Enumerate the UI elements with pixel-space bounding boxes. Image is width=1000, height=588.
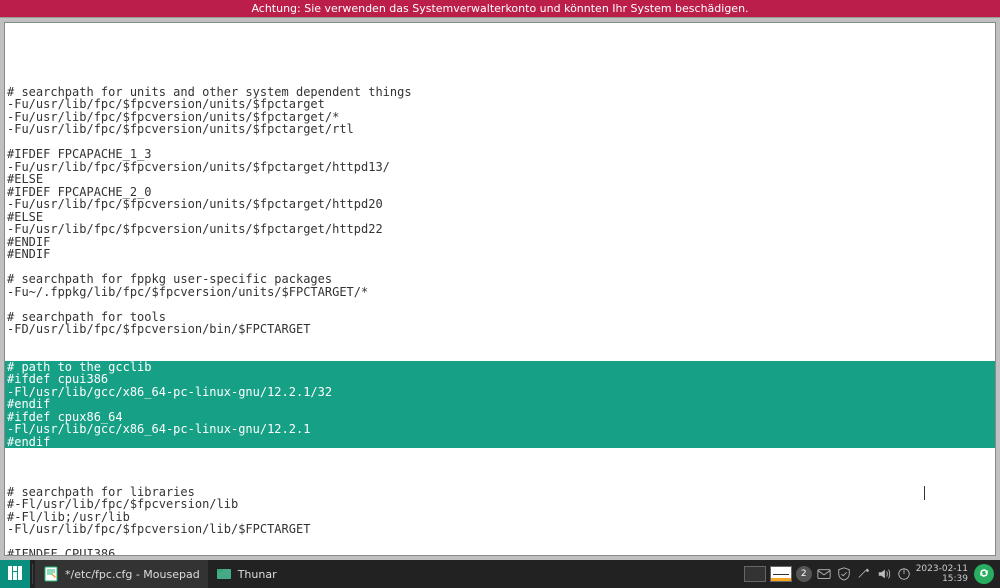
taskbar-item-label: */etc/fpc.cfg - Mousepad [65,568,200,581]
start-menu-button[interactable] [0,560,30,588]
taskbar-item-mousepad[interactable]: */etc/fpc.cfg - Mousepad [35,560,208,588]
clock[interactable]: 2023-02-11 15:39 [916,564,970,584]
workspace-indicator[interactable]: 2 [796,566,812,582]
code-before-selection: # searchpath for units and other system … [5,73,995,336]
power-icon[interactable] [896,566,912,582]
code-after-selection: # searchpath for libraries #-Fl/usr/lib/… [5,473,995,556]
text-caret [924,486,925,500]
workspace-2-preview[interactable] [770,566,792,582]
file-manager-icon [216,566,232,582]
workspace-1-preview[interactable] [744,566,766,582]
separator [32,564,33,584]
taskbar-item-thunar[interactable]: Thunar [208,560,285,588]
volume-icon[interactable] [876,566,892,582]
network-icon[interactable] [856,566,872,582]
code-selection: # path to the gcclib #ifdef cpui386 -Fl/… [5,361,995,449]
text-editor[interactable]: # searchpath for units and other system … [4,22,996,556]
editor-content[interactable]: # searchpath for units and other system … [5,48,995,556]
clock-time: 15:39 [916,574,968,584]
text-editor-icon [43,566,59,582]
root-warning-bar: Achtung: Sie verwenden das Systemverwalt… [0,0,1000,18]
taskbar: */etc/fpc.cfg - Mousepad Thunar 2 20 [0,560,1000,588]
refresh-icon [978,567,990,582]
system-tray: 2 2023-02-11 15:39 [738,564,1000,584]
workspace-switcher[interactable] [744,566,792,582]
taskbar-item-label: Thunar [238,568,277,581]
messages-icon[interactable] [816,566,832,582]
clock-date: 2023-02-11 [916,564,968,574]
manjaro-logo-icon [7,565,23,584]
update-indicator[interactable] [974,564,994,584]
editor-window: # searchpath for units and other system … [0,18,1000,560]
shield-icon[interactable] [836,566,852,582]
